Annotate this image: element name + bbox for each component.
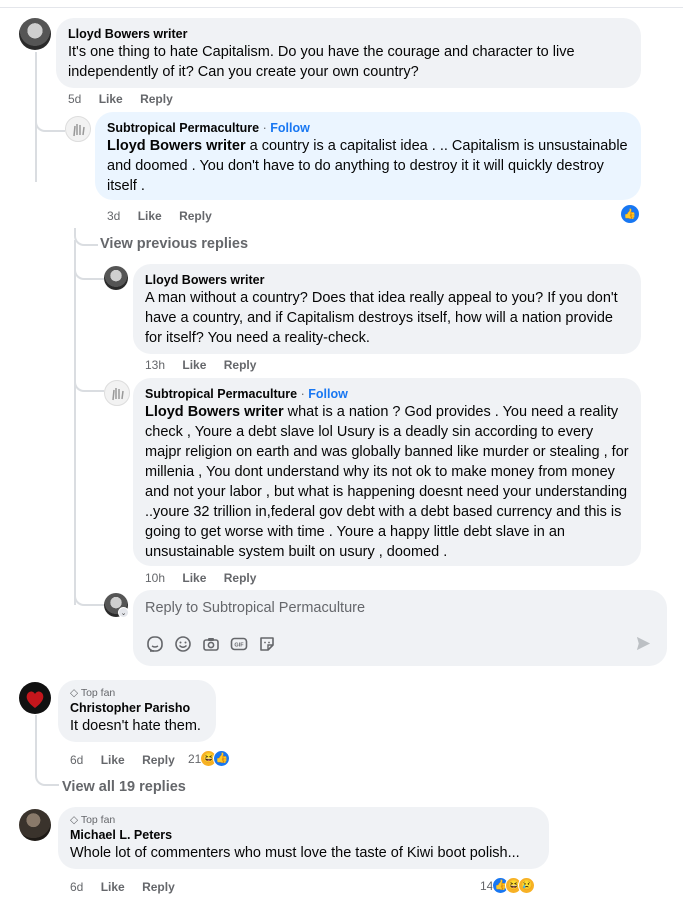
reaction-count: 14: [480, 878, 494, 893]
thread-connector: [74, 262, 104, 280]
top-fan-badge: ◇ Top fan: [70, 687, 116, 699]
sad-reaction-icon: 😢: [518, 877, 536, 894]
like-button[interactable]: Like: [138, 209, 162, 223]
hand-logo-icon: [112, 388, 124, 401]
reply-author[interactable]: Subtropical Permaculture: [145, 387, 297, 401]
comment-actions: 5d Like Reply: [68, 92, 187, 106]
like-button[interactable]: Like: [182, 571, 206, 585]
emoji-icon[interactable]: [174, 635, 192, 653]
reply-author[interactable]: Subtropical Permaculture: [107, 121, 259, 135]
reply-actions: 10h Like Reply: [145, 571, 270, 585]
reply-button[interactable]: Reply: [179, 209, 212, 223]
reply-actions: 13h Like Reply: [145, 358, 270, 372]
gif-icon[interactable]: GIF: [230, 635, 248, 653]
reply-text: Lloyd Bowers writer a country is a capit…: [107, 136, 629, 196]
top-divider: [0, 0, 683, 8]
reply-button[interactable]: Reply: [142, 753, 175, 767]
like-button[interactable]: Like: [182, 358, 206, 372]
reply-bubble: Subtropical Permaculture · Follow Lloyd …: [133, 378, 641, 566]
comment-time[interactable]: 5d: [68, 92, 81, 106]
follow-button[interactable]: Follow: [270, 121, 310, 135]
separator: ·: [300, 387, 305, 401]
reply-actions: 3d Like Reply: [107, 209, 226, 223]
comment-time[interactable]: 6d: [70, 753, 83, 767]
avatar[interactable]: [19, 682, 51, 714]
thread-connector: [74, 590, 104, 606]
mention-link[interactable]: Lloyd Bowers writer: [107, 138, 246, 154]
svg-text:GIF: GIF: [234, 643, 244, 649]
like-button[interactable]: Like: [101, 880, 125, 894]
like-reaction-icon: 👍: [213, 750, 231, 767]
reply-button[interactable]: Reply: [224, 571, 257, 585]
comment-bubble: Lloyd Bowers writer It's one thing to ha…: [56, 18, 641, 88]
send-icon[interactable]: [635, 635, 652, 652]
reply-time[interactable]: 10h: [145, 571, 165, 585]
comment-author[interactable]: Christopher Parisho: [70, 700, 204, 716]
like-button[interactable]: Like: [99, 92, 123, 106]
reply-input[interactable]: Reply to Subtropical Permaculture: [145, 600, 365, 616]
reply-button[interactable]: Reply: [140, 92, 173, 106]
avatar[interactable]: [19, 18, 51, 50]
like-reaction-icon[interactable]: 👍: [621, 205, 639, 223]
comment-actions: 6d Like Reply: [70, 753, 189, 767]
avatar-sticker-icon[interactable]: [146, 635, 164, 653]
reply-text: Lloyd Bowers writer what is a nation ? G…: [145, 402, 629, 562]
separator: ·: [262, 121, 267, 135]
avatar[interactable]: [104, 380, 130, 406]
mention-link[interactable]: Lloyd Bowers writer: [145, 404, 284, 420]
reply-body: what is a nation ? God provides . You ne…: [145, 404, 629, 560]
reply-button[interactable]: Reply: [142, 880, 175, 894]
thread-connector: [35, 768, 59, 786]
reply-header: Subtropical Permaculture · Follow: [107, 120, 629, 136]
reply-author[interactable]: Lloyd Bowers writer: [145, 272, 629, 288]
thread-connector: [74, 374, 104, 392]
comment-text: Whole lot of commenters who must love th…: [70, 845, 520, 861]
reply-button[interactable]: Reply: [224, 358, 257, 372]
reaction-summary[interactable]: 21 😆 👍: [188, 750, 231, 767]
reply-time[interactable]: 13h: [145, 358, 165, 372]
reply-bubble: Subtropical Permaculture · Follow Lloyd …: [95, 112, 641, 200]
avatar[interactable]: [65, 116, 91, 142]
reply-header: Subtropical Permaculture · Follow: [145, 386, 629, 402]
comment-text: It doesn't hate them.: [70, 718, 201, 734]
comment-bubble: ◇ Top fan Michael L. Peters Whole lot of…: [58, 807, 549, 869]
heart-icon: [26, 691, 44, 708]
comment-time[interactable]: 6d: [70, 880, 83, 894]
reply-time[interactable]: 3d: [107, 209, 120, 223]
avatar[interactable]: [104, 266, 128, 290]
thread-line: [74, 240, 76, 605]
camera-icon[interactable]: [202, 635, 220, 653]
top-fan-badge: ◇ Top fan: [70, 814, 116, 826]
reply-bubble: Lloyd Bowers writer A man without a coun…: [133, 264, 641, 354]
diamond-icon: ◇: [70, 814, 81, 826]
like-button[interactable]: Like: [101, 753, 125, 767]
reaction-summary[interactable]: 14 👍 😆 😢: [480, 877, 536, 894]
avatar[interactable]: [19, 809, 51, 841]
comment-text: It's one thing to hate Capitalism. Do yo…: [68, 44, 575, 80]
comment-actions: 6d Like Reply: [70, 880, 189, 894]
comment-author[interactable]: Michael L. Peters: [70, 827, 537, 843]
thread-connector: [74, 228, 98, 246]
comment-author[interactable]: Lloyd Bowers writer: [68, 26, 629, 42]
view-previous-replies-link[interactable]: View previous replies: [100, 236, 248, 252]
avatar-chevron-icon[interactable]: ⌄: [118, 607, 129, 618]
view-all-replies-link[interactable]: View all 19 replies: [62, 779, 186, 795]
diamond-icon: ◇: [70, 687, 81, 699]
thread-line: [35, 715, 37, 775]
hand-logo-icon: [73, 124, 85, 137]
follow-button[interactable]: Follow: [308, 387, 348, 401]
reply-text: A man without a country? Does that idea …: [145, 290, 618, 346]
comment-bubble: ◇ Top fan Christopher Parisho It doesn't…: [58, 680, 216, 742]
sticker-icon[interactable]: [258, 635, 276, 653]
reaction-count: 21: [188, 751, 202, 766]
thread-connector: [35, 116, 65, 132]
